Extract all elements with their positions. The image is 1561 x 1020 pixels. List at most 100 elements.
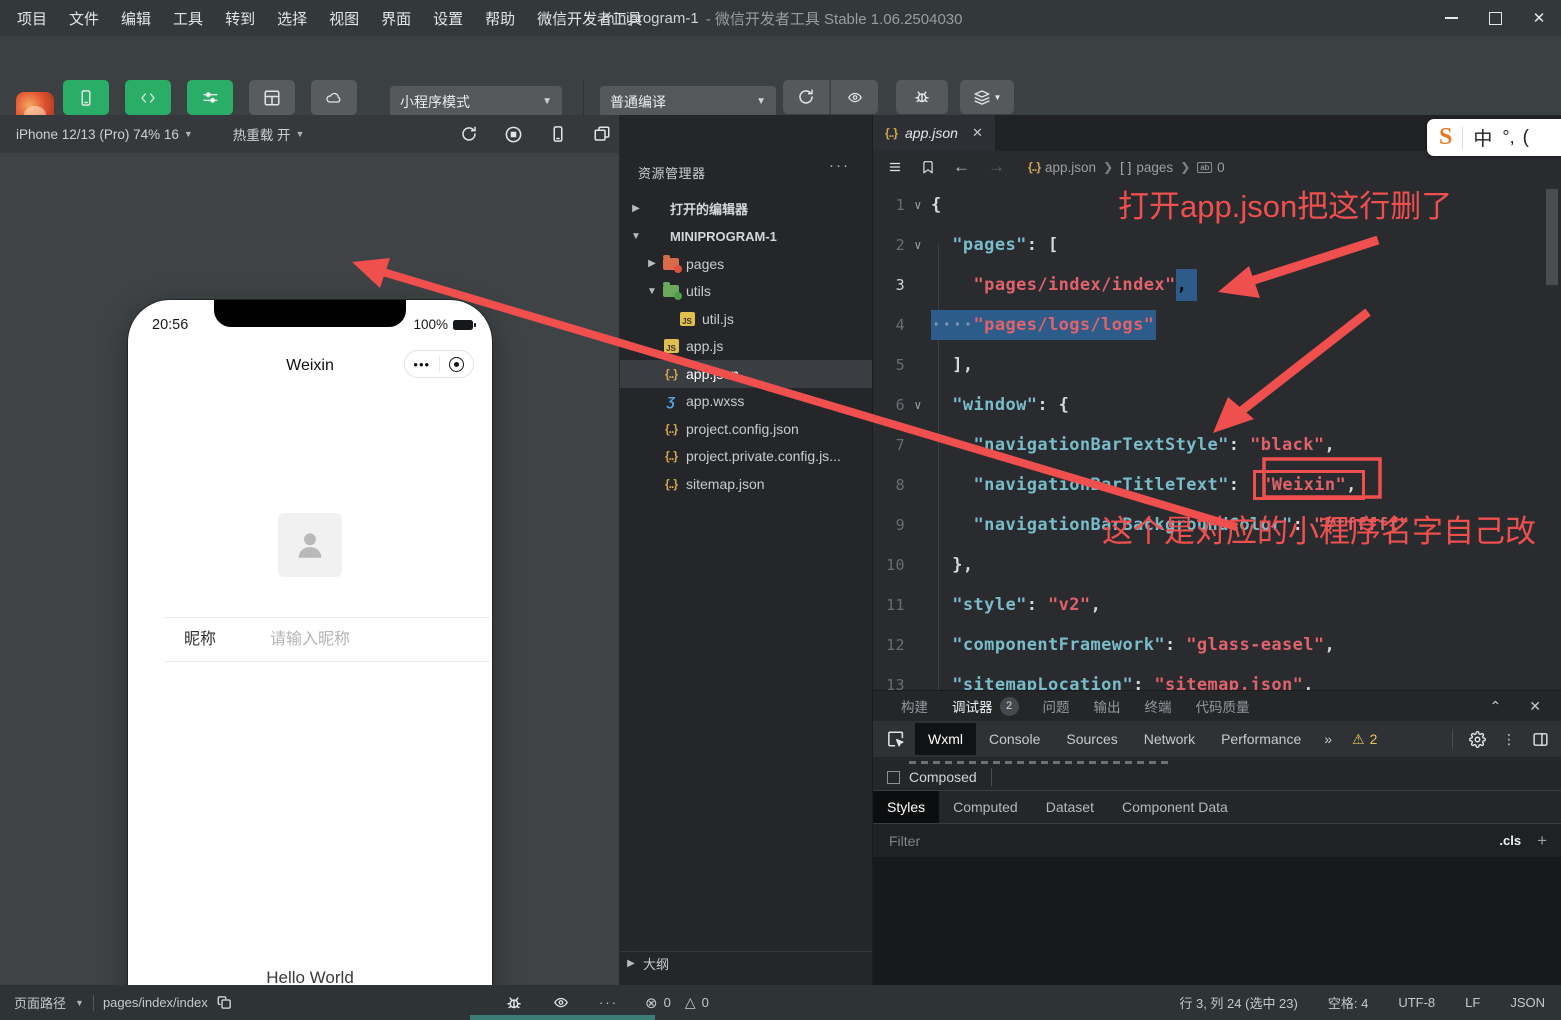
devtools-tab-Network[interactable]: Network — [1131, 723, 1208, 755]
avatar-upload-button[interactable] — [278, 513, 342, 577]
kebab-icon[interactable]: ⋮ — [1502, 731, 1516, 748]
style-tab-Dataset[interactable]: Dataset — [1032, 791, 1108, 823]
devtools-tab-Wxml[interactable]: Wxml — [915, 723, 976, 755]
copy-icon[interactable] — [217, 995, 232, 1010]
mode-select[interactable]: 小程序模式 ▼ — [390, 86, 562, 117]
code-line-13[interactable]: 13 "sitemapLocation": "sitemap.json", — [873, 665, 1561, 690]
outline-section[interactable]: ▶ 大纲 — [620, 951, 872, 975]
status-item[interactable]: LF — [1465, 995, 1480, 1010]
back-icon[interactable]: ← — [953, 157, 970, 177]
code-line-8[interactable]: 8 "navigationBarTitleText": "Weixin", — [873, 465, 1561, 505]
status-item[interactable]: 行 3, 列 24 (选中 23) — [1179, 993, 1297, 1012]
tree-item-project.private.config.js...[interactable]: {..} project.private.config.js... — [620, 443, 872, 471]
composed-checkbox[interactable] — [887, 770, 900, 784]
page-path-label[interactable]: 页面路径 — [14, 993, 66, 1012]
stop-icon[interactable] — [504, 125, 523, 144]
minimize-icon[interactable] — [1429, 0, 1473, 36]
collapse-icon[interactable]: ⌃ — [1490, 698, 1502, 715]
device-selector[interactable]: iPhone 12/13 (Pro) 74% 16 — [16, 127, 179, 142]
bug-icon[interactable] — [505, 994, 523, 1012]
code-line-1[interactable]: 1 ∨{ — [873, 185, 1561, 225]
close-icon[interactable]: ✕ — [1529, 698, 1541, 715]
code-line-2[interactable]: 2 ∨ "pages": [ — [873, 225, 1561, 265]
code-line-5[interactable]: 5 ], — [873, 345, 1561, 385]
code-editor[interactable]: 1 ∨{2 ∨ "pages": [3 "pages/index/index", 4 ·… — [873, 183, 1561, 690]
fold-chevron-icon[interactable]: ∨ — [905, 398, 931, 412]
multi-window-icon[interactable] — [593, 125, 611, 143]
debug-tab-输出[interactable]: 输出 — [1094, 696, 1121, 716]
tree-item-app.wxss[interactable]: Ʒapp.wxss — [620, 388, 872, 416]
forward-icon[interactable]: → — [988, 157, 1005, 177]
tree-item-project.config.json[interactable]: {..} project.config.json — [620, 415, 872, 443]
style-tab-Styles[interactable]: Styles — [873, 791, 940, 823]
code-line-7[interactable]: 7 "navigationBarTextStyle": "black", — [873, 425, 1561, 465]
status-item[interactable]: JSON — [1510, 995, 1545, 1010]
debug-tab-终端[interactable]: 终端 — [1145, 696, 1172, 716]
tree-item-sitemap.json[interactable]: {..} sitemap.json — [620, 470, 872, 498]
more-icon[interactable]: ··· — [599, 995, 618, 1010]
eye-icon[interactable] — [551, 995, 571, 1010]
tree-item-app.json[interactable]: {..} app.json — [620, 360, 872, 388]
menu-选择[interactable]: 选择 — [266, 8, 318, 29]
devtools-tab-Performance[interactable]: Performance — [1208, 723, 1314, 755]
hamburger-icon[interactable] — [887, 160, 903, 174]
code-line-4[interactable]: 4 ···· "pages/logs/logs" — [873, 305, 1561, 345]
status-item[interactable]: UTF-8 — [1398, 995, 1435, 1010]
code-line-3[interactable]: 3 "pages/index/index", — [873, 265, 1561, 305]
debug-tab-问题[interactable]: 问题 — [1043, 696, 1070, 716]
breadcrumb-item-0[interactable]: ab 0 — [1197, 160, 1225, 175]
more-button[interactable]: ••• — [405, 357, 439, 372]
maximize-icon[interactable] — [1473, 0, 1517, 36]
tab-app-json[interactable]: {..} app.json ✕ — [873, 115, 995, 151]
inspect-icon[interactable] — [887, 730, 905, 748]
tree-item-pages[interactable]: ▶ pages — [620, 250, 872, 278]
more-icon[interactable]: ··· — [829, 157, 850, 174]
code-line-10[interactable]: 10 }, — [873, 545, 1561, 585]
menu-视图[interactable]: 视图 — [318, 8, 370, 29]
overflow-chevron[interactable]: » — [1324, 731, 1332, 747]
fold-chevron-icon[interactable]: ∨ — [905, 198, 931, 212]
breadcrumb-item-pages[interactable]: [ ] pages — [1120, 160, 1173, 175]
style-tab-Computed[interactable]: Computed — [939, 791, 1032, 823]
ime-lang-mode[interactable]: 中 — [1473, 124, 1492, 151]
menu-帮助[interactable]: 帮助 — [474, 8, 526, 29]
debug-tab-代码质量[interactable]: 代码质量 — [1196, 696, 1250, 716]
debug-tab-构建[interactable]: 构建 — [901, 696, 928, 716]
menu-界面[interactable]: 界面 — [370, 8, 422, 29]
menu-设置[interactable]: 设置 — [422, 8, 474, 29]
hot-reload-toggle[interactable]: 热重载 开 — [233, 124, 291, 144]
restart-icon[interactable] — [460, 125, 478, 143]
menu-项目[interactable]: 项目 — [6, 8, 58, 29]
menu-文件[interactable]: 文件 — [58, 8, 110, 29]
style-tab-Component-Data[interactable]: Component Data — [1108, 791, 1242, 823]
filter-input[interactable]: Filter — [889, 833, 920, 849]
tree-item-app.js[interactable]: JS app.js — [620, 333, 872, 361]
devtools-tab-Sources[interactable]: Sources — [1053, 723, 1130, 755]
tree-item-utils[interactable]: ▼ utils — [620, 278, 872, 306]
tree-item-[interactable]: ▶ 打开的编辑器 — [620, 195, 872, 223]
code-line-11[interactable]: 11 "style": "v2", — [873, 585, 1561, 625]
fold-chevron-icon[interactable]: ∨ — [905, 238, 931, 252]
menu-工具[interactable]: 工具 — [162, 8, 214, 29]
nickname-input[interactable]: 请输入昵称 — [270, 625, 350, 649]
menu-转到[interactable]: 转到 — [214, 8, 266, 29]
warning-counter[interactable]: ⚠ 2 — [1352, 731, 1377, 748]
menu-编辑[interactable]: 编辑 — [110, 8, 162, 29]
tree-item-util.js[interactable]: JS util.js — [620, 305, 872, 333]
compile-select[interactable]: 普通编译 ▼ — [600, 86, 776, 117]
dock-icon[interactable] — [1532, 731, 1549, 748]
gear-icon[interactable] — [1469, 730, 1486, 748]
breadcrumb-item-app.json[interactable]: {..} app.json — [1028, 160, 1096, 175]
close-icon[interactable]: ✕ — [1517, 0, 1561, 36]
code-line-9[interactable]: 9 "navigationBarBackgroundColor": "#ffff… — [873, 505, 1561, 545]
status-item[interactable]: 空格: 4 — [1328, 993, 1368, 1012]
debug-tab-调试器[interactable]: 调试器 2 — [952, 696, 1019, 716]
ime-toolbar[interactable]: S 中 °, ( — [1427, 119, 1561, 156]
add-style-button[interactable]: + — [1537, 831, 1547, 851]
close-icon[interactable]: ✕ — [972, 125, 983, 141]
bookmark-icon[interactable] — [921, 160, 935, 175]
device-frame-icon[interactable] — [549, 125, 567, 143]
code-line-6[interactable]: 6 ∨ "window": { — [873, 385, 1561, 425]
ime-punct-mode[interactable]: °, — [1502, 127, 1514, 148]
code-line-12[interactable]: 12 "componentFramework": "glass-easel", — [873, 625, 1561, 665]
